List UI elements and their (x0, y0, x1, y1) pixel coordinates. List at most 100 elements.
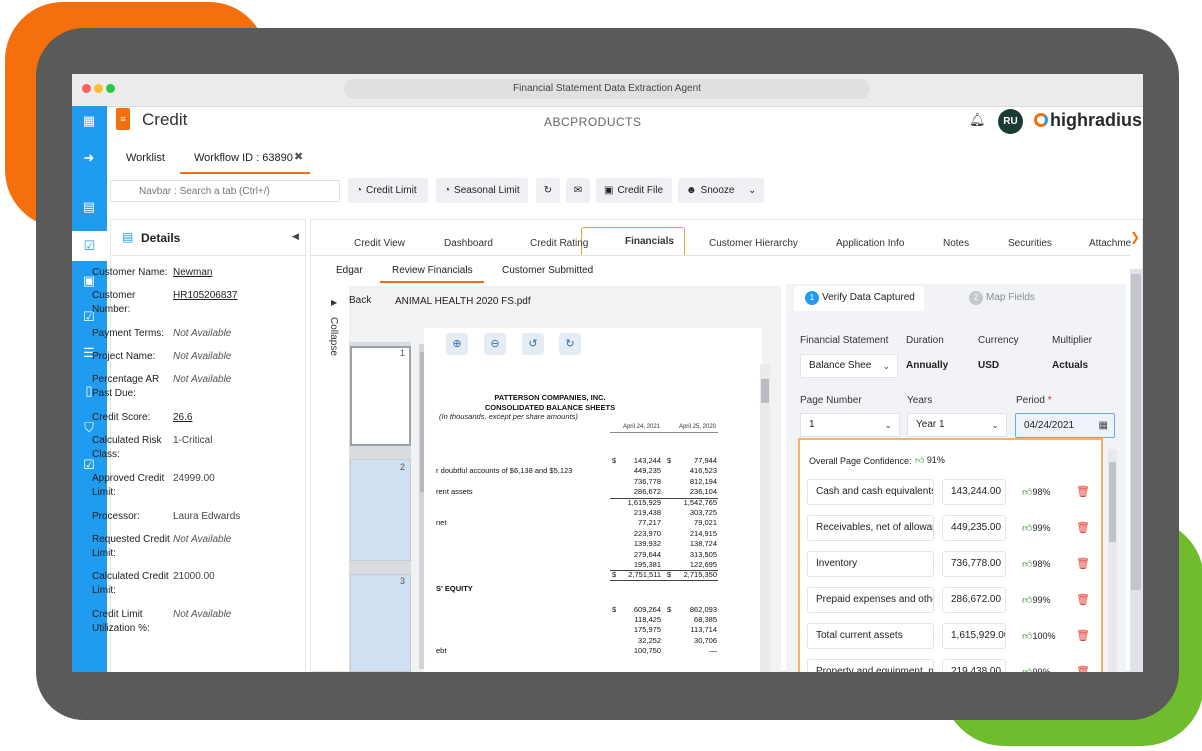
zoom-out-icon[interactable]: ⊖ (484, 333, 506, 355)
credit-file-label: Credit File (617, 185, 664, 196)
arrow-right-icon[interactable]: ➜ (78, 147, 100, 169)
refresh-button[interactable]: ↻ (536, 178, 560, 203)
field-value-input[interactable]: 1,615,929.00 (942, 623, 1006, 649)
tab-workflow[interactable]: Workflow ID : 63890 (194, 152, 293, 164)
pdf-scrollbar-thumb[interactable] (761, 379, 769, 403)
doc-row-value: 175,975 (633, 625, 661, 635)
field-value-input[interactable]: 449,235.00 (942, 515, 1006, 541)
close-icon[interactable]: ✖ (294, 150, 303, 163)
field-label-input[interactable]: Inventory (807, 551, 934, 577)
window-close-dot[interactable] (82, 84, 91, 93)
seasonal-limit-button[interactable]: ◔ Seasonal Limit (436, 178, 528, 203)
zoom-in-icon[interactable]: ⊕ (446, 333, 468, 355)
doc-rule (610, 432, 718, 433)
page-number-value: 1 (809, 419, 815, 430)
navbar-search-input[interactable]: Navbar : Search a tab (Ctrl+/) (110, 180, 340, 202)
field-label-input[interactable]: Property and equipment, net (807, 659, 934, 672)
detail-value: 24999.00 (173, 473, 215, 484)
chevron-right-icon[interactable]: ❯ (1130, 230, 1140, 244)
trash-icon[interactable]: 🗑︎ (1076, 485, 1090, 498)
detail-label: Processor: (92, 511, 140, 522)
detail-value-customer-name[interactable]: Newman (173, 266, 212, 280)
tab-application-info[interactable]: Application Info (836, 238, 904, 249)
trash-icon[interactable]: 🗑︎ (1076, 629, 1090, 642)
credit-file-button[interactable]: ▣ Credit File (596, 178, 672, 203)
pdf-thumbnail[interactable] (350, 459, 411, 561)
credit-limit-button[interactable]: ◔ Credit Limit (348, 178, 428, 203)
pdf-scrollbar[interactable] (760, 364, 770, 672)
apps-grid-icon[interactable]: ▦ (78, 110, 100, 132)
doc-row-value: 77,217 (638, 518, 661, 528)
field-label-input[interactable]: Receivables, net of allowances (807, 515, 934, 541)
subtab-edgar[interactable]: Edgar (336, 265, 363, 276)
chevron-right-icon[interactable]: ▶ (331, 298, 337, 307)
doc-currency-symbol: $ (667, 604, 672, 614)
subtab-review-financials[interactable]: Review Financials (392, 265, 473, 276)
tab-credit-view[interactable]: Credit View (354, 238, 405, 249)
rotate-right-icon[interactable]: ↻ (559, 333, 581, 355)
subtab-customer-submitted[interactable]: Customer Submitted (502, 265, 593, 276)
chevron-down-icon[interactable]: ⌄ (748, 178, 756, 203)
vendor-logo-text: highradius (1050, 110, 1143, 130)
snooze-label: Snooze (700, 185, 735, 196)
calendar-icon[interactable]: ▦ (1099, 414, 1108, 437)
thumbs-up-icon: 👍︎ (1022, 595, 1033, 606)
detail-value-credit-score[interactable]: 26.6 (173, 411, 192, 425)
avatar[interactable]: RU (998, 109, 1023, 134)
rotate-left-icon[interactable]: ↺ (522, 333, 544, 355)
tab-notes[interactable]: Notes (943, 238, 969, 249)
app-title: Credit (142, 110, 188, 129)
email-button[interactable]: ✉ (566, 178, 590, 203)
field-value-input[interactable]: 143,244.00 (942, 479, 1006, 505)
fields-scrollbar-thumb[interactable] (1109, 462, 1116, 542)
tab-attachments[interactable]: Attachme (1089, 238, 1131, 249)
pdf-thumbnail[interactable] (350, 574, 411, 672)
checklist-icon[interactable]: ☑ (72, 231, 107, 261)
doc-row-value: 862,093 (689, 604, 717, 614)
pdf-thumbnail[interactable] (350, 346, 411, 446)
back-button[interactable]: Back (349, 295, 371, 306)
field-label-input[interactable]: Total current assets (807, 623, 934, 649)
doc-row-value: — (709, 646, 718, 656)
doc-row-label: ebt (436, 646, 447, 656)
seasonal-limit-label: Seasonal Limit (454, 185, 520, 196)
thumbs-up-icon: 👍︎ (1022, 631, 1033, 642)
tab-verify-data-captured[interactable]: Verify Data Captured (822, 292, 915, 303)
field-label-input[interactable]: Prepaid expenses and other (807, 587, 934, 613)
detail-value: Not Available (173, 328, 232, 339)
window-maximize-dot[interactable] (106, 84, 115, 93)
snooze-button[interactable]: ☻ Snooze ⌄ (678, 178, 764, 203)
trash-icon[interactable]: 🗑︎ (1076, 557, 1090, 570)
window-minimize-dot[interactable] (94, 84, 103, 93)
field-value-input[interactable]: 219,438.00 (942, 659, 1006, 672)
period-date-input[interactable]: 04/24/2021 ▦ (1015, 413, 1115, 438)
tab-worklist[interactable]: Worklist (126, 152, 165, 164)
document-list-icon[interactable]: ▤ (78, 196, 100, 218)
trash-icon[interactable]: 🗑︎ (1076, 593, 1090, 606)
tab-customer-hierarchy[interactable]: Customer Hierarchy (709, 238, 798, 249)
doc-row-label: r doubtful accounts of $6,138 and $5,123 (436, 466, 573, 476)
collapse-toggle[interactable]: Collapse (328, 317, 339, 356)
field-value-input[interactable]: 286,672.00 (942, 587, 1006, 613)
tab-credit-rating[interactable]: Credit Rating (530, 238, 588, 249)
trash-icon[interactable]: 🗑︎ (1076, 521, 1090, 534)
doc-row-value: 416,523 (689, 466, 717, 476)
financial-statement-select[interactable]: Balance Shee ⌄ (800, 354, 898, 378)
tab-map-fields[interactable]: Map Fields (986, 292, 1035, 303)
detail-label: Calculated Risk Class: (92, 435, 162, 460)
label-currency: Currency (978, 335, 1019, 346)
tab-dashboard[interactable]: Dashboard (444, 238, 493, 249)
doc-currency-symbol: $ (667, 570, 672, 580)
page-number-select[interactable]: 1 ⌄ (800, 413, 900, 437)
tab-financials[interactable]: Financials (625, 236, 674, 247)
years-select[interactable]: Year 1 ⌄ (907, 413, 1007, 437)
field-label-input[interactable]: Cash and cash equivalents (807, 479, 934, 505)
label-duration: Duration (906, 335, 944, 346)
bell-icon[interactable]: 🔔︎ (969, 112, 986, 128)
detail-value-customer-number[interactable]: HR105206837 (173, 289, 238, 303)
trash-icon[interactable]: 🗑︎ (1076, 665, 1090, 672)
field-value-input[interactable]: 736,778.00 (942, 551, 1006, 577)
collapse-left-icon[interactable]: ◀ (292, 231, 299, 242)
tab-securities[interactable]: Securities (1008, 238, 1052, 249)
panel-scrollbar-thumb[interactable] (1131, 274, 1141, 590)
